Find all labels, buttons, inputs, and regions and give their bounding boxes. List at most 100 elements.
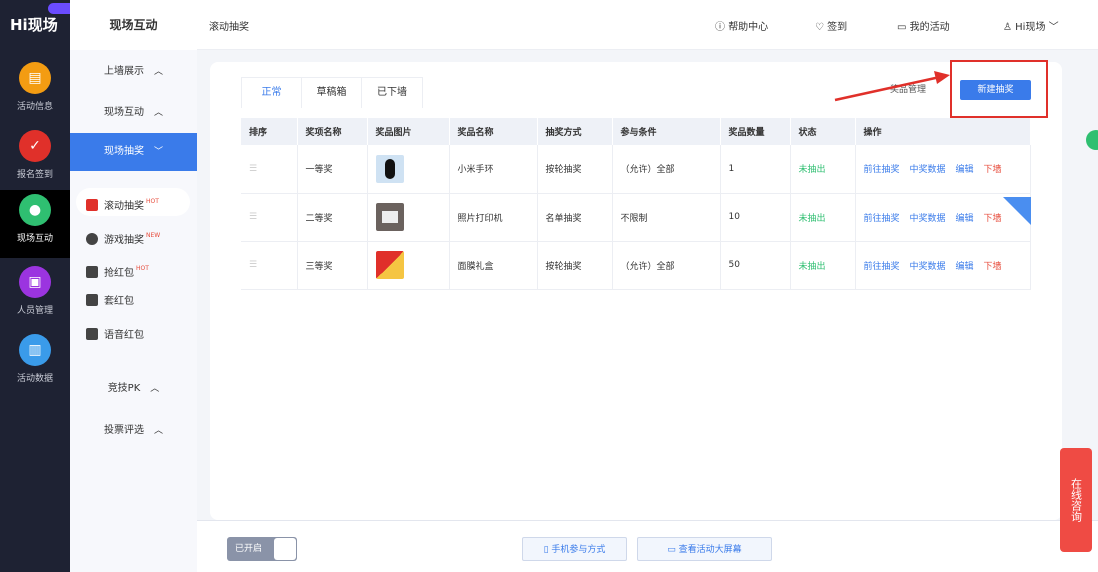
group-wall[interactable]: 上墙展示︿ <box>70 53 197 91</box>
hot-tag: HOT <box>136 265 149 272</box>
group-interaction[interactable]: 现场互动︿ <box>70 94 197 132</box>
user-menu[interactable]: ♙ Hi现场 ﹀ <box>1003 18 1059 33</box>
sub-nav: 现场互动 上墙展示︿ 现场互动︿ 现场抽奖﹀ 滚动抽奖HOT 游戏抽奖NEW 抢… <box>70 0 197 572</box>
screen-label: 查看活动大屏幕 <box>679 545 742 555</box>
chevron-up-icon: ︿ <box>150 384 159 394</box>
nav-people[interactable]: ▣人员管理 <box>0 262 70 330</box>
group-label: 现场互动 <box>104 107 144 118</box>
sub-nav-title: 现场互动 <box>70 0 197 50</box>
nav-data[interactable]: ▥活动数据 <box>0 330 70 398</box>
edit-link[interactable]: 编辑 <box>956 262 974 272</box>
toggle-label: 已开启 <box>235 544 262 554</box>
chevron-down-icon: ﹀ <box>1045 22 1058 33</box>
method-cell: 按轮抽奖 <box>537 145 612 193</box>
logo: Hi现场 <box>10 14 58 35</box>
image-cell <box>367 241 449 289</box>
calendar-icon: ▭ <box>897 22 910 33</box>
remove-link[interactable]: 下墙 <box>984 214 1002 224</box>
mobile-label: 手机参与方式 <box>551 545 605 555</box>
status-cell: 未抽出 <box>790 193 855 241</box>
col-actions: 操作 <box>855 118 1031 145</box>
col-sort: 排序 <box>241 118 297 145</box>
hot-tag: HOT <box>146 198 159 205</box>
prize-image <box>376 251 404 279</box>
chevron-up-icon: ︿ <box>154 426 163 436</box>
sub-item-game-lottery[interactable]: 游戏抽奖NEW <box>76 222 190 250</box>
image-cell <box>367 193 449 241</box>
go-lottery-link[interactable]: 前往抽奖 <box>864 214 900 224</box>
qty-cell: 10 <box>720 193 790 241</box>
go-lottery-link[interactable]: 前往抽奖 <box>864 165 900 175</box>
redpacket-icon <box>86 266 98 278</box>
arrow-annotation <box>830 68 955 108</box>
actions-cell: 前往抽奖中奖数据编辑下墙 <box>855 241 1031 289</box>
col-award: 奖项名称 <box>297 118 367 145</box>
tab-normal[interactable]: 正常 <box>242 78 302 108</box>
sub-label: 滚动抽奖 <box>104 201 144 212</box>
group-label: 现场抽奖 <box>104 146 144 157</box>
person-icon: ▣ <box>19 266 51 298</box>
info-icon: ⓘ <box>715 22 728 33</box>
sub-label: 语音红包 <box>104 330 144 341</box>
drag-handle-icon[interactable]: ☰ <box>241 145 297 193</box>
chevron-down-icon: ﹀ <box>154 147 163 157</box>
sub-label: 游戏抽奖 <box>104 235 144 246</box>
tabs: 正常 草稿箱 已下墙 <box>241 77 423 108</box>
sub-item-grab-redpacket[interactable]: 抢红包HOT <box>76 255 190 283</box>
my-activity-link[interactable]: ▭ 我的活动 <box>897 18 950 33</box>
status-cell: 未抽出 <box>790 145 855 193</box>
side-widget-icon[interactable] <box>1086 130 1098 150</box>
nav-signup[interactable]: ✓报名签到 <box>0 126 70 194</box>
nav-interaction[interactable]: ●现场互动 <box>0 190 70 258</box>
winner-data-link[interactable]: 中奖数据 <box>910 165 946 175</box>
group-label: 竞技PK <box>108 383 141 394</box>
sub-item-scroll-lottery[interactable]: 滚动抽奖HOT <box>76 188 190 216</box>
remove-link[interactable]: 下墙 <box>984 165 1002 175</box>
drag-handle-icon[interactable]: ☰ <box>241 193 297 241</box>
redpacket-icon <box>86 294 98 306</box>
corner-ribbon <box>1003 197 1031 225</box>
help-center-link[interactable]: ⓘ 帮助中心 <box>715 18 768 33</box>
prize-image <box>376 155 404 183</box>
tab-removed[interactable]: 已下墙 <box>362 78 422 108</box>
actions-cell: 前往抽奖中奖数据编辑下墙 <box>855 145 1031 193</box>
signin-label: 签到 <box>827 22 847 33</box>
award-cell: 三等奖 <box>297 241 367 289</box>
method-cell: 按轮抽奖 <box>537 241 612 289</box>
breadcrumb: 滚动抽奖 <box>209 18 249 33</box>
mobile-join-button[interactable]: ▯ 手机参与方式 <box>522 537 627 561</box>
online-consult-button[interactable]: 在线咨询 <box>1060 448 1092 552</box>
sub-item-voice-redpacket[interactable]: 语音红包 <box>76 322 190 350</box>
edit-link[interactable]: 编辑 <box>956 165 974 175</box>
nav-label: 报名签到 <box>17 170 53 180</box>
group-lottery[interactable]: 现场抽奖 ﹀ <box>70 133 197 171</box>
go-lottery-link[interactable]: 前往抽奖 <box>864 262 900 272</box>
enable-toggle[interactable]: 已开启 <box>227 537 297 561</box>
award-cell: 二等奖 <box>297 193 367 241</box>
edit-link[interactable]: 编辑 <box>956 214 974 224</box>
sub-label: 套红包 <box>104 296 134 307</box>
prize-cell: 面膜礼盒 <box>449 241 537 289</box>
drag-handle-icon[interactable]: ☰ <box>241 241 297 289</box>
highlight-box <box>950 60 1048 118</box>
winner-data-link[interactable]: 中奖数据 <box>910 214 946 224</box>
chevron-up-icon: ︿ <box>154 67 163 77</box>
remove-link[interactable]: 下墙 <box>984 262 1002 272</box>
big-screen-button[interactable]: ▭ 查看活动大屏幕 <box>637 537 772 561</box>
image-cell <box>367 145 449 193</box>
consult-label: 在线咨询 <box>1069 478 1084 522</box>
condition-cell: （允许）全部 <box>612 145 720 193</box>
my-activity-label: 我的活动 <box>910 22 950 33</box>
status-cell: 未抽出 <box>790 241 855 289</box>
nav-activity-info[interactable]: ▤活动信息 <box>0 58 70 126</box>
signin-link[interactable]: ♡ 签到 <box>815 18 847 33</box>
winner-data-link[interactable]: 中奖数据 <box>910 262 946 272</box>
sub-item-set-redpacket[interactable]: 套红包 <box>76 288 190 316</box>
bottom-bar: 已开启 ▯ 手机参与方式 ▭ 查看活动大屏幕 <box>197 520 1098 572</box>
group-vote[interactable]: 投票评选︿ <box>70 412 197 450</box>
group-pk[interactable]: 竞技PK ︿ <box>70 370 197 408</box>
tab-drafts[interactable]: 草稿箱 <box>302 78 362 108</box>
table-row: ☰ 一等奖 小米手环 按轮抽奖 （允许）全部 1 未抽出 前往抽奖中奖数据编辑下… <box>241 145 1031 193</box>
user-name: Hi现场 <box>1015 22 1045 33</box>
nav-label: 现场互动 <box>17 234 53 244</box>
